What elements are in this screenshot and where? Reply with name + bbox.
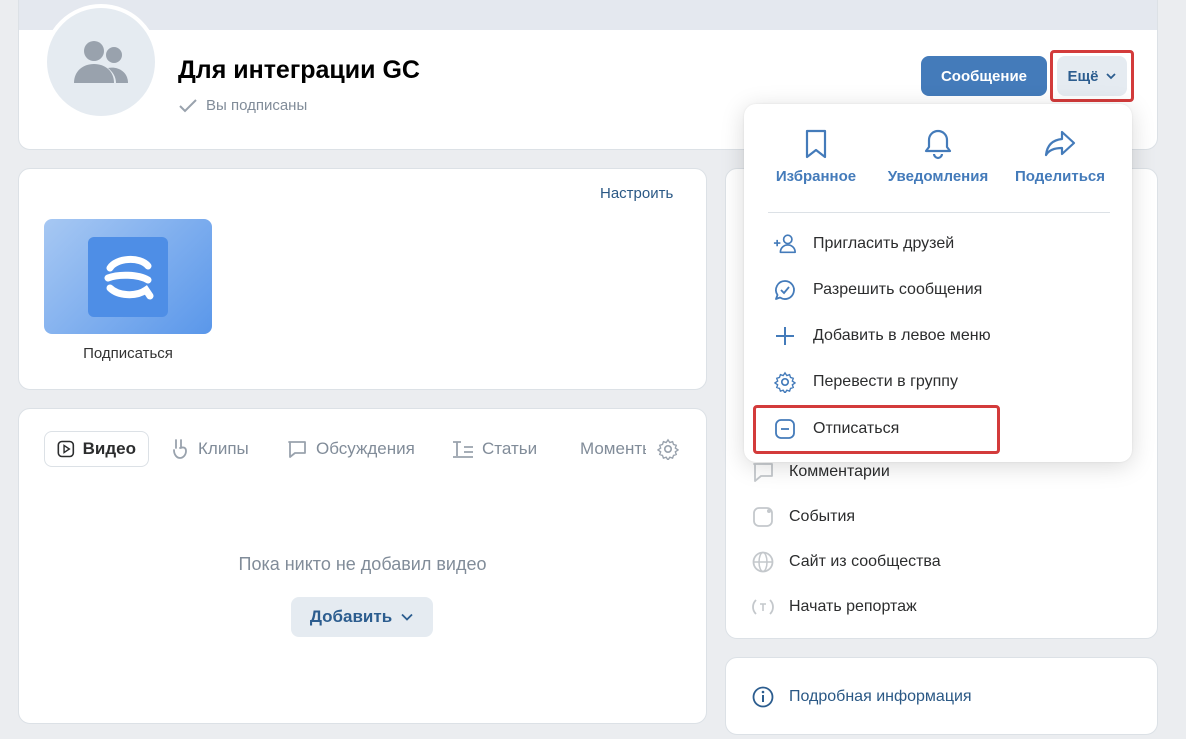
highlight-more-button — [1050, 50, 1134, 102]
cover-strip — [18, 0, 1158, 32]
group-users-icon — [74, 41, 128, 83]
event-icon — [753, 507, 773, 527]
menu-item-label: Разрешить сообщения — [813, 281, 983, 298]
articles-icon — [453, 441, 473, 458]
tab-moments[interactable]: Моменты — [572, 431, 646, 467]
discussion-icon — [288, 441, 306, 458]
empty-state-text: Пока никто не добавил видео — [238, 554, 487, 574]
app-tile[interactable] — [44, 219, 212, 334]
broadcast-icon — [752, 599, 774, 615]
tab-discussions[interactable]: Обсуждения — [286, 431, 415, 467]
chevron-down-icon — [401, 613, 413, 621]
info-icon — [752, 686, 774, 708]
configure-link[interactable]: Настроить — [600, 185, 673, 202]
menu-item-add-to-left-menu[interactable]: Добавить в левое меню — [773, 324, 991, 348]
sidebar-item-label: События — [789, 508, 856, 525]
share-icon — [1044, 130, 1076, 157]
menu-divider — [768, 212, 1110, 213]
tab-clips[interactable]: Клипы — [170, 431, 249, 467]
message-button[interactable]: Сообщение — [921, 56, 1047, 96]
app-logo-icon — [104, 255, 154, 299]
sidebar-item-comments[interactable]: Комментарии — [751, 460, 890, 484]
gear-icon — [774, 371, 796, 393]
menu-item-invite-friends[interactable]: Пригласить друзей — [773, 232, 954, 256]
bookmark-icon — [805, 129, 827, 159]
sidebar-item-label: Начать репортаж — [789, 598, 917, 615]
tab-video[interactable]: Видео — [44, 431, 149, 467]
menu-item-label: Добавить в левое меню — [813, 327, 991, 344]
tab-discussions-label: Обсуждения — [316, 439, 415, 458]
quick-action-share[interactable]: Поделиться — [995, 128, 1125, 185]
app-logo — [88, 236, 168, 317]
bell-icon — [924, 129, 952, 160]
plus-icon — [776, 327, 794, 345]
subscription-status[interactable]: Вы подписаны — [178, 97, 307, 114]
globe-icon — [752, 551, 774, 573]
gear-icon[interactable] — [657, 438, 679, 460]
add-button[interactable]: Добавить — [291, 597, 433, 637]
comment-icon — [753, 463, 773, 482]
add-user-icon — [773, 234, 796, 254]
page-title: Для интеграции GC — [178, 56, 420, 84]
sidebar-item-website[interactable]: Сайт из сообщества — [751, 550, 941, 574]
tab-moments-label: Моменты — [580, 439, 646, 458]
add-button-label: Добавить — [309, 607, 393, 626]
sidebar-item-label: Сайт из сообщества — [789, 553, 941, 570]
video-icon — [57, 440, 75, 458]
sidebar-item-label: Комментарии — [789, 463, 890, 480]
tab-articles[interactable]: Статьи — [452, 431, 537, 467]
check-icon — [179, 98, 197, 112]
subscription-status-label: Вы подписаны — [206, 97, 308, 114]
clips-icon — [173, 439, 187, 459]
app-label: Подписаться — [83, 345, 173, 362]
quick-action-label: Избранное — [775, 168, 857, 185]
menu-item-convert-to-group[interactable]: Перевести в группу — [773, 370, 958, 394]
sidebar-item-broadcast[interactable]: Начать репортаж — [751, 595, 917, 619]
message-check-icon — [775, 280, 795, 300]
tab-clips-label: Клипы — [198, 439, 249, 458]
quick-action-label: Уведомления — [887, 168, 989, 185]
detailed-info-label: Подробная информация — [789, 688, 972, 705]
tab-articles-label: Статьи — [482, 439, 538, 458]
menu-item-allow-messages[interactable]: Разрешить сообщения — [773, 278, 982, 302]
quick-action-label: Поделиться — [1014, 168, 1106, 185]
menu-item-label: Перевести в группу — [813, 373, 958, 390]
quick-action-favorites[interactable]: Избранное — [751, 128, 881, 185]
detailed-info-link[interactable]: Подробная информация — [751, 685, 972, 709]
quick-action-notifications[interactable]: Уведомления — [873, 128, 1003, 185]
menu-item-label: Пригласить друзей — [813, 235, 955, 252]
group-avatar[interactable] — [43, 4, 159, 120]
highlight-unsubscribe — [753, 405, 1000, 454]
sidebar-item-events[interactable]: События — [751, 505, 855, 529]
tab-video-label: Видео — [82, 439, 136, 458]
